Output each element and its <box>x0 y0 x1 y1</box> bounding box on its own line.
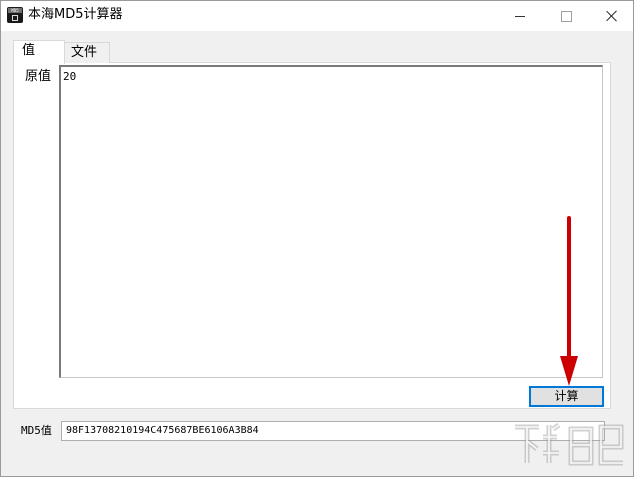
minimize-button[interactable] <box>497 1 543 31</box>
tab-value[interactable]: 值 <box>13 40 65 64</box>
close-icon <box>606 10 618 22</box>
close-button[interactable] <box>589 1 634 31</box>
title-bar[interactable]: MD5 本海MD5计算器 <box>1 1 633 31</box>
md5-result-field[interactable]: 98F13708210194C475687BE6106A3B84 <box>61 421 605 441</box>
original-value-label: 原值 <box>25 69 52 84</box>
maximize-icon <box>560 10 572 22</box>
app-icon-text: MD5 <box>8 8 22 13</box>
app-window: MD5 本海MD5计算器 值 文件 原值 20 计算 MD5值 98F13708… <box>0 0 634 477</box>
maximize-button[interactable] <box>543 1 589 31</box>
md5-app-icon: MD5 <box>7 7 23 23</box>
calculate-button[interactable]: 计算 <box>529 386 604 407</box>
red-arrow-annotation <box>560 216 578 386</box>
window-title: 本海MD5计算器 <box>28 7 123 22</box>
tab-file[interactable]: 文件 <box>64 42 110 63</box>
minimize-icon <box>515 15 525 17</box>
md5-result-label: MD5值 <box>21 424 52 437</box>
original-value-textarea[interactable]: 20 <box>59 65 603 378</box>
lock-icon <box>12 15 18 21</box>
